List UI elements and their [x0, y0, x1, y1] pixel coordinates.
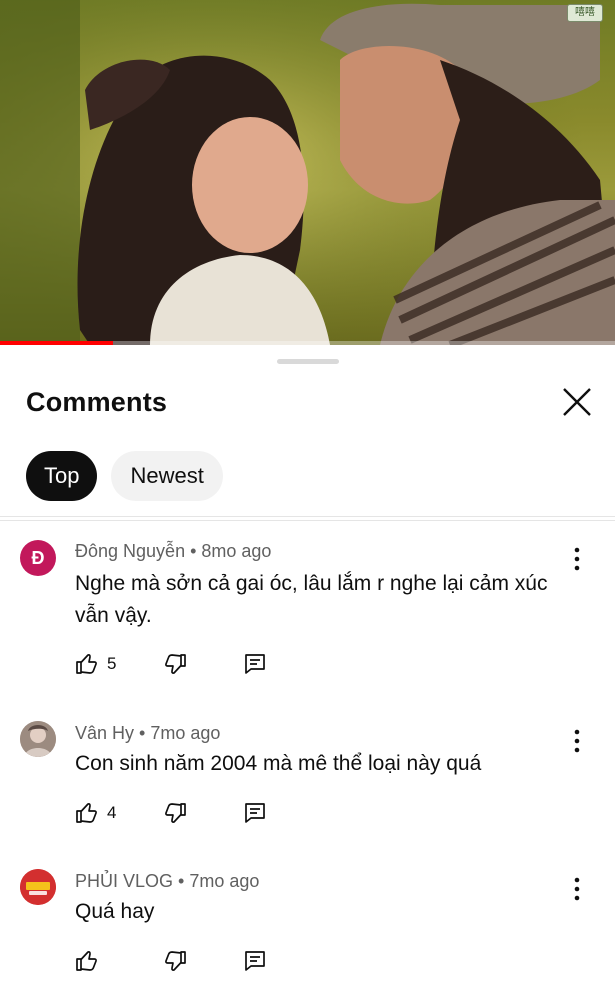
dislike-button[interactable]	[163, 650, 187, 678]
comment-text: Con sinh năm 2004 mà mê thể loại này quá	[75, 752, 482, 775]
thumb-up-icon	[76, 951, 97, 971]
avatar-photo	[20, 721, 56, 757]
more-vert-icon[interactable]	[566, 546, 588, 572]
reply-comment-icon	[245, 803, 265, 823]
dislike-button[interactable]	[163, 947, 187, 975]
divider	[0, 520, 615, 521]
comments-sheet: Comments Top Newest Đ Đông Nguyễn • 8mo …	[0, 345, 615, 1000]
comment-meta: PHỦI VLOG • 7mo ago	[75, 871, 260, 891]
divider	[0, 516, 615, 517]
reply-button[interactable]	[243, 799, 267, 827]
drag-handle[interactable]	[277, 359, 339, 364]
comment-meta: Vân Hy • 7mo ago	[75, 723, 221, 743]
avatar[interactable]: Đ	[20, 540, 56, 576]
comment-text: Quá hay	[75, 900, 155, 923]
reply-button[interactable]	[243, 650, 267, 678]
thumb-up-icon	[76, 654, 97, 674]
like-button[interactable]: 4	[75, 799, 116, 827]
like-button[interactable]	[75, 947, 99, 975]
thumb-up-icon	[76, 803, 97, 823]
avatar[interactable]	[20, 721, 56, 757]
more-vert-icon[interactable]	[566, 728, 588, 754]
comment-meta: Đông Nguyễn • 8mo ago	[75, 541, 272, 561]
reply-button[interactable]	[243, 947, 267, 975]
avatar[interactable]	[20, 869, 56, 905]
thumb-down-icon	[165, 803, 186, 823]
thumb-down-icon	[165, 654, 186, 674]
comments-title: Comments	[26, 387, 168, 417]
like-button[interactable]: 5	[75, 650, 116, 678]
like-count: 4	[107, 803, 117, 822]
avatar-letter: Đ	[31, 547, 45, 568]
video-player[interactable]: 嘻嘻	[0, 0, 615, 345]
close-icon[interactable]	[560, 385, 594, 419]
thumb-down-icon	[165, 951, 186, 971]
chip-newest[interactable]: Newest	[111, 451, 223, 501]
chip-top[interactable]: Top	[26, 451, 98, 501]
dislike-button[interactable]	[163, 799, 187, 827]
channel-logo	[20, 869, 56, 905]
video-frame	[0, 0, 615, 345]
sort-chips: Top Newest	[26, 451, 223, 501]
reply-comment-icon	[245, 654, 265, 674]
reply-comment-icon	[245, 951, 265, 971]
comment-text: Nghe mà sởn cả gai óc, lâu lắm r nghe lạ…	[75, 572, 548, 627]
like-count: 5	[107, 654, 117, 673]
more-vert-icon[interactable]	[566, 876, 588, 902]
channel-watermark: 嘻嘻	[567, 4, 603, 22]
